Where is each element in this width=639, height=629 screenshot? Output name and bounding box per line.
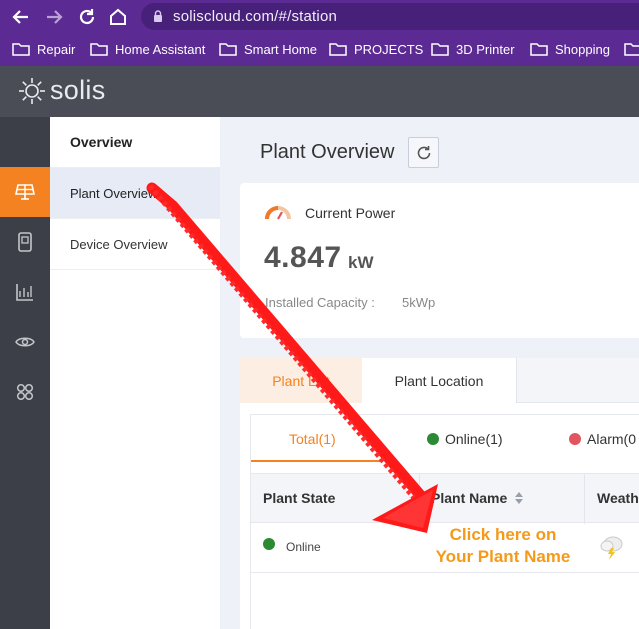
overview-submenu: Overview Plant Overview Device Overview — [50, 117, 220, 629]
reload-icon[interactable] — [76, 6, 98, 28]
submenu-item-plant-overview[interactable]: Plant Overview — [50, 168, 220, 219]
bookmark-label: Home Assistant — [115, 41, 206, 57]
folder-icon — [431, 43, 449, 56]
tab-plant-location[interactable]: Plant Location — [362, 358, 517, 403]
apps-icon — [16, 383, 34, 401]
bookmark-projects[interactable]: PROJECTS — [329, 39, 423, 59]
plant-state-text: Online — [286, 540, 321, 554]
refresh-icon — [417, 145, 430, 159]
back-icon[interactable] — [10, 6, 32, 28]
online-status-dot — [427, 433, 439, 445]
bookmarks-bar: Repair Home Assistant Smart Home PROJECT… — [0, 36, 639, 62]
bookmark-shopping[interactable]: Shopping — [530, 39, 610, 59]
current-power-unit: kW — [348, 253, 374, 272]
submenu-heading: Overview — [50, 117, 220, 168]
folder-icon — [90, 43, 108, 56]
filter-alarm[interactable]: Alarm(0 — [569, 431, 636, 447]
weather-thunderstorm-icon — [600, 536, 623, 560]
installed-capacity-value: 5kWp — [402, 295, 436, 310]
active-filter-underline — [251, 460, 381, 462]
plant-tabs: Plant List Plant Location — [240, 358, 639, 403]
gauge-icon — [265, 206, 291, 220]
current-power-value: 4.847 — [264, 241, 342, 274]
bookmark-label: Repair — [37, 41, 76, 57]
main-sidebar — [0, 117, 50, 629]
eye-icon — [15, 337, 35, 347]
sidebar-monitor-button[interactable] — [0, 317, 50, 367]
column-divider — [584, 474, 585, 524]
bookmark-home-assistant[interactable]: Home Assistant — [90, 39, 205, 59]
column-weather[interactable]: Weath — [597, 490, 639, 506]
table-row[interactable]: Online — [251, 523, 639, 573]
address-bar[interactable]: soliscloud.com/#/station — [141, 3, 639, 30]
sidebar-plant-button[interactable] — [0, 167, 50, 217]
filter-online-label: Online(1) — [445, 431, 503, 447]
sun-logo-icon — [19, 77, 45, 104]
sidebar-device-button[interactable] — [0, 217, 50, 267]
logo-text: solis — [50, 75, 106, 105]
forward-icon[interactable] — [43, 6, 65, 28]
sort-icon[interactable] — [514, 491, 524, 505]
lock-icon — [153, 10, 163, 27]
sidebar-apps-button[interactable] — [0, 367, 50, 417]
bookmark-label: Shopping — [555, 41, 610, 57]
filter-alarm-label: Alarm(0 — [587, 431, 637, 447]
folder-icon — [12, 43, 30, 56]
status-filter-row: Total(1) Online(1) Alarm(0 — [251, 415, 639, 463]
solis-logo[interactable]: solis — [18, 75, 106, 106]
installed-capacity-label: Installed Capacity : — [265, 295, 375, 310]
bookmark-label: 3D Printer — [456, 41, 515, 57]
bookmark-smart-home[interactable]: Smart Home — [219, 39, 317, 59]
folder-icon — [624, 43, 639, 56]
url-text: soliscloud.com/#/station — [173, 8, 338, 25]
bookmark-label: Smart Home — [244, 41, 317, 57]
plant-state-cell: Online — [263, 538, 321, 554]
column-plant-name[interactable]: Plant Name — [431, 490, 507, 506]
table-header: Plant State Plant Name Weath — [251, 473, 639, 524]
main-content: Plant Overview Current Power 4.847 kW In… — [220, 117, 639, 629]
plant-list-card: Plant List Plant Location Total(1) Onlin… — [240, 358, 639, 629]
sidebar-analysis-button[interactable] — [0, 267, 50, 317]
column-plant-state[interactable]: Plant State — [263, 490, 335, 506]
filter-online[interactable]: Online(1) — [427, 431, 503, 447]
folder-icon — [219, 43, 237, 56]
folder-icon — [530, 43, 548, 56]
refresh-button[interactable] — [408, 137, 439, 168]
current-power-label: Current Power — [305, 205, 396, 221]
column-divider — [419, 474, 420, 524]
page-title: Plant Overview — [260, 141, 395, 163]
plant-table-panel: Total(1) Online(1) Alarm(0 Plant State P… — [250, 414, 639, 629]
tab-plant-list[interactable]: Plant List — [240, 358, 362, 403]
plant-name-link[interactable] — [431, 531, 571, 565]
alarm-status-dot — [569, 433, 581, 445]
app-header: solis — [0, 66, 639, 117]
online-status-dot — [263, 538, 275, 550]
filter-total[interactable]: Total(1) — [289, 431, 336, 447]
bookmark-overflow[interactable] — [624, 39, 639, 59]
chart-icon — [16, 284, 33, 301]
current-power-card: Current Power 4.847 kW Installed Capacit… — [240, 183, 639, 338]
device-icon — [18, 232, 32, 252]
bookmark-label: PROJECTS — [354, 41, 424, 57]
submenu-item-device-overview[interactable]: Device Overview — [50, 219, 220, 270]
browser-toolbar: soliscloud.com/#/station Repair Home Ass… — [0, 0, 639, 66]
folder-icon — [329, 43, 347, 56]
home-icon[interactable] — [107, 6, 129, 28]
bookmark-repair[interactable]: Repair — [12, 39, 75, 59]
browser-nav-row: soliscloud.com/#/station — [0, 0, 639, 33]
solar-panel-icon — [15, 184, 35, 200]
bookmark-3d-printer[interactable]: 3D Printer — [431, 39, 515, 59]
